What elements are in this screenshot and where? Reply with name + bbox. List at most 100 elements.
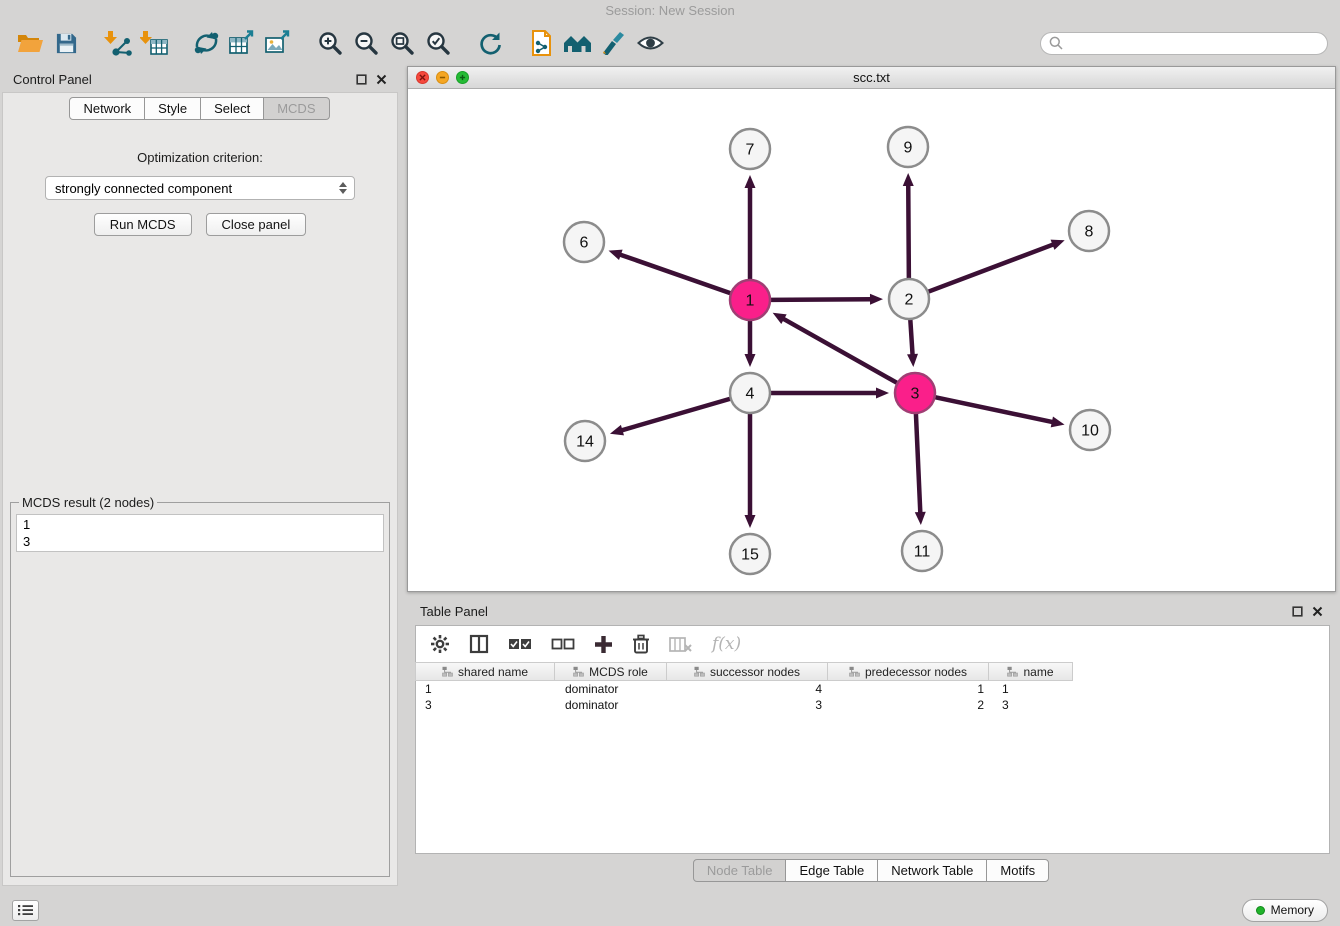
graph-edge-4-14[interactable] xyxy=(621,399,730,431)
task-history-button[interactable] xyxy=(12,900,39,921)
table-cell: dominator xyxy=(556,682,669,696)
tab-node-table[interactable]: Node Table xyxy=(693,859,787,882)
maximize-window-button[interactable] xyxy=(456,71,469,84)
control-panel-header: Control Panel xyxy=(0,66,400,92)
application-window: Session: New Session xyxy=(0,0,1340,926)
function-builder-button[interactable]: f(x) xyxy=(712,634,741,654)
graph-edge-3-1[interactable] xyxy=(782,318,896,383)
zoom-fit-icon xyxy=(390,31,415,56)
control-panel-tabs: Network Style Select MCDS xyxy=(70,97,329,120)
network-canvas[interactable]: 7968124314101511 xyxy=(408,89,1334,591)
table-cell: 2 xyxy=(831,698,993,712)
apply-style-button[interactable] xyxy=(596,27,632,59)
refresh-view-button[interactable] xyxy=(472,27,508,59)
graph-edge-1-2[interactable] xyxy=(771,299,872,300)
table-cell: 1 xyxy=(831,682,993,696)
gear-icon[interactable] xyxy=(430,634,450,654)
import-table-button[interactable] xyxy=(136,27,172,59)
network-window-title: scc.txt xyxy=(408,70,1335,85)
tab-network-table[interactable]: Network Table xyxy=(877,859,987,882)
show-welcome-screen-button[interactable] xyxy=(560,27,596,59)
criterion-dropdown[interactable]: strongly connected component xyxy=(45,176,355,200)
import-network-button[interactable] xyxy=(100,27,136,59)
panel-splitter[interactable] xyxy=(400,66,407,886)
tab-motifs[interactable]: Motifs xyxy=(986,859,1049,882)
open-file-button[interactable] xyxy=(12,27,48,59)
memory-status-icon xyxy=(1256,906,1265,915)
show-columns-icon[interactable] xyxy=(469,634,489,654)
column-header-successor-nodes[interactable]: successor nodes xyxy=(666,662,828,681)
tab-network[interactable]: Network xyxy=(69,97,145,120)
search-input[interactable] xyxy=(1063,36,1319,50)
zoom-fit-button[interactable] xyxy=(384,27,420,59)
tab-style[interactable]: Style xyxy=(144,97,201,120)
column-header-label: name xyxy=(1023,665,1053,679)
graph-node-label: 7 xyxy=(746,142,755,159)
import-table-icon xyxy=(140,30,168,57)
style-brush-icon xyxy=(601,31,627,55)
delete-column-icon[interactable] xyxy=(669,636,693,653)
export-network-document-button[interactable] xyxy=(524,27,560,59)
zoom-in-button[interactable] xyxy=(312,27,348,59)
float-panel-icon[interactable] xyxy=(1292,606,1303,617)
mcds-result-box: MCDS result (2 nodes) 13 xyxy=(10,495,390,877)
tab-mcds[interactable]: MCDS xyxy=(263,97,329,120)
tab-edge-table[interactable]: Edge Table xyxy=(785,859,878,882)
import-network-icon xyxy=(104,30,132,57)
column-header-shared-name[interactable]: shared name xyxy=(415,662,555,681)
graph-edge-1-6[interactable] xyxy=(619,254,730,293)
save-session-button[interactable] xyxy=(48,27,84,59)
search-field[interactable] xyxy=(1040,32,1328,55)
export-table-icon xyxy=(228,30,256,56)
unselect-all-icon[interactable] xyxy=(551,636,575,652)
delete-icon[interactable] xyxy=(632,634,650,654)
graph-edge-2-8[interactable] xyxy=(929,244,1055,292)
sort-column-icon xyxy=(573,666,584,677)
minimize-window-button[interactable] xyxy=(436,71,449,84)
table-cell: dominator xyxy=(556,698,669,712)
sort-column-icon xyxy=(694,666,705,677)
graph-edge-3-11[interactable] xyxy=(916,414,920,514)
table-row[interactable]: 3dominator323 xyxy=(416,697,1329,713)
column-header-predecessor-nodes[interactable]: predecessor nodes xyxy=(827,662,989,681)
new-network-button[interactable] xyxy=(188,27,224,59)
graph-edge-arrowhead xyxy=(915,512,926,525)
column-header-name[interactable]: name xyxy=(988,662,1073,681)
export-image-button[interactable] xyxy=(260,27,296,59)
network-view-window: scc.txt 7968124314101511 xyxy=(407,66,1336,592)
select-all-icon[interactable] xyxy=(508,636,532,652)
run-mcds-button[interactable]: Run MCDS xyxy=(94,213,192,236)
table-toolbar: f(x) xyxy=(416,626,1329,662)
graph-edge-arrowhead xyxy=(876,388,889,399)
add-column-icon[interactable] xyxy=(594,635,613,654)
node-table-header: shared nameMCDS rolesuccessor nodesprede… xyxy=(416,662,1329,681)
close-window-button[interactable] xyxy=(416,71,429,84)
zoom-selected-button[interactable] xyxy=(420,27,456,59)
graph-edge-3-10[interactable] xyxy=(936,397,1054,422)
minimize-icon xyxy=(439,74,446,81)
table-cell: 3 xyxy=(993,698,1078,712)
zoom-out-button[interactable] xyxy=(348,27,384,59)
memory-button[interactable]: Memory xyxy=(1242,899,1328,922)
workspace-column: scc.txt 7968124314101511 Table Panel xyxy=(407,66,1336,886)
tab-select[interactable]: Select xyxy=(200,97,264,120)
graph-edge-arrowhead xyxy=(745,354,756,367)
graph-edge-2-9[interactable] xyxy=(908,184,909,278)
table-cell: 3 xyxy=(416,698,556,712)
table-panel-title: Table Panel xyxy=(420,604,488,619)
show-hide-button[interactable] xyxy=(632,27,668,59)
sort-column-icon xyxy=(442,666,453,677)
close-panel-icon[interactable] xyxy=(376,74,387,85)
sort-column-icon xyxy=(849,666,860,677)
eye-icon xyxy=(637,32,664,54)
export-table-button[interactable] xyxy=(224,27,260,59)
control-panel-title: Control Panel xyxy=(13,72,92,87)
column-header-MCDS-role[interactable]: MCDS role xyxy=(554,662,667,681)
graph-edge-2-3[interactable] xyxy=(910,320,912,356)
export-image-icon xyxy=(264,30,292,56)
graph-node-label: 14 xyxy=(576,434,594,451)
table-row[interactable]: 1dominator411 xyxy=(416,681,1329,697)
float-panel-icon[interactable] xyxy=(356,74,367,85)
close-panel-icon[interactable] xyxy=(1312,606,1323,617)
close-panel-button[interactable]: Close panel xyxy=(206,213,307,236)
